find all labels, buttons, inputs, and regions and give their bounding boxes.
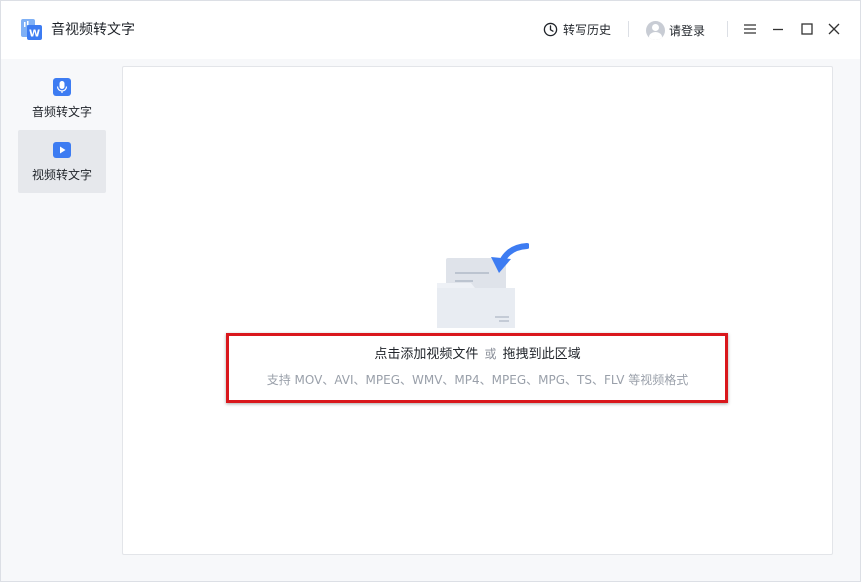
sidebar-item-label: 音频转文字 xyxy=(31,105,92,119)
app-window: W 音视频转文字 转写历史 请登录 音频转文字 视频转文字 点击添加视频文件 或… xyxy=(0,0,861,582)
svg-text:W: W xyxy=(29,29,40,40)
microphone-icon xyxy=(53,78,71,96)
clock-icon xyxy=(543,22,558,36)
video-camera-icon xyxy=(53,142,71,158)
sidebar-item-label: 视频转文字 xyxy=(31,168,92,182)
app-logo-icon: W xyxy=(21,19,42,40)
history-label: 转写历史 xyxy=(563,22,612,37)
close-icon[interactable] xyxy=(825,20,843,38)
avatar-icon xyxy=(646,20,665,40)
highlight-annotation-box xyxy=(226,333,728,403)
login-label: 请登录 xyxy=(669,23,706,38)
login-button[interactable]: 请登录 xyxy=(646,19,705,41)
divider xyxy=(727,21,728,37)
app-title: 音视频转文字 xyxy=(51,22,135,38)
sidebar-item-audio-to-text[interactable]: 音频转文字 xyxy=(18,67,106,130)
title-bar: W 音视频转文字 转写历史 请登录 xyxy=(1,1,860,59)
history-button[interactable]: 转写历史 xyxy=(543,19,611,39)
upload-dropzone[interactable]: 点击添加视频文件 或 拖拽到此区域 支持 MOV、AVI、MPEG、WMV、MP… xyxy=(122,66,833,555)
folder-upload-icon xyxy=(437,243,529,328)
sidebar-item-video-to-text[interactable]: 视频转文字 xyxy=(18,130,106,193)
divider xyxy=(628,21,629,37)
minimize-icon[interactable] xyxy=(769,20,787,38)
menu-icon[interactable] xyxy=(741,20,759,38)
maximize-icon[interactable] xyxy=(798,20,816,38)
